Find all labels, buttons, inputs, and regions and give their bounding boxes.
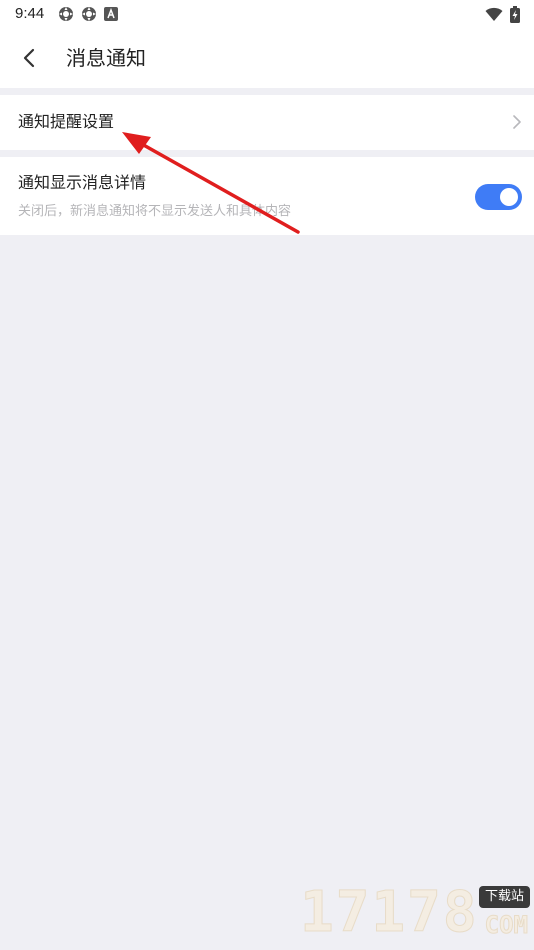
status-time: 9:44	[15, 5, 45, 22]
row-label: 通知显示消息详情	[18, 173, 147, 192]
wifi-icon	[485, 7, 503, 21]
show-message-details-row: 通知显示消息详情 关闭后，新消息通知将不显示发送人和具体内容	[0, 157, 534, 235]
watermark-suffix: COM	[484, 911, 528, 940]
watermark-digits: 17178	[300, 880, 479, 945]
status-icons-left	[58, 6, 118, 22]
row-label: 通知提醒设置	[18, 112, 115, 131]
notification-reminder-settings-row[interactable]: 通知提醒设置	[0, 95, 534, 150]
page-title: 消息通知	[66, 46, 146, 70]
status-bar: 9:44	[0, 0, 534, 28]
chevron-left-icon[interactable]	[18, 46, 42, 70]
toggle-knob	[500, 188, 518, 206]
settings-gear-icon	[82, 7, 96, 21]
status-icons-right	[485, 5, 520, 23]
watermark-badge: 下载站	[478, 886, 530, 908]
accessibility-a-icon	[104, 7, 118, 21]
settings-gear-icon	[59, 7, 73, 21]
row-description: 关闭后，新消息通知将不显示发送人和具体内容	[18, 204, 292, 219]
chevron-right-icon	[513, 115, 521, 129]
header: 消息通知	[0, 28, 534, 88]
show-details-toggle[interactable]	[475, 184, 522, 210]
watermark-logo: 17178 下载站 COM	[300, 880, 530, 946]
battery-charging-icon	[510, 5, 520, 23]
